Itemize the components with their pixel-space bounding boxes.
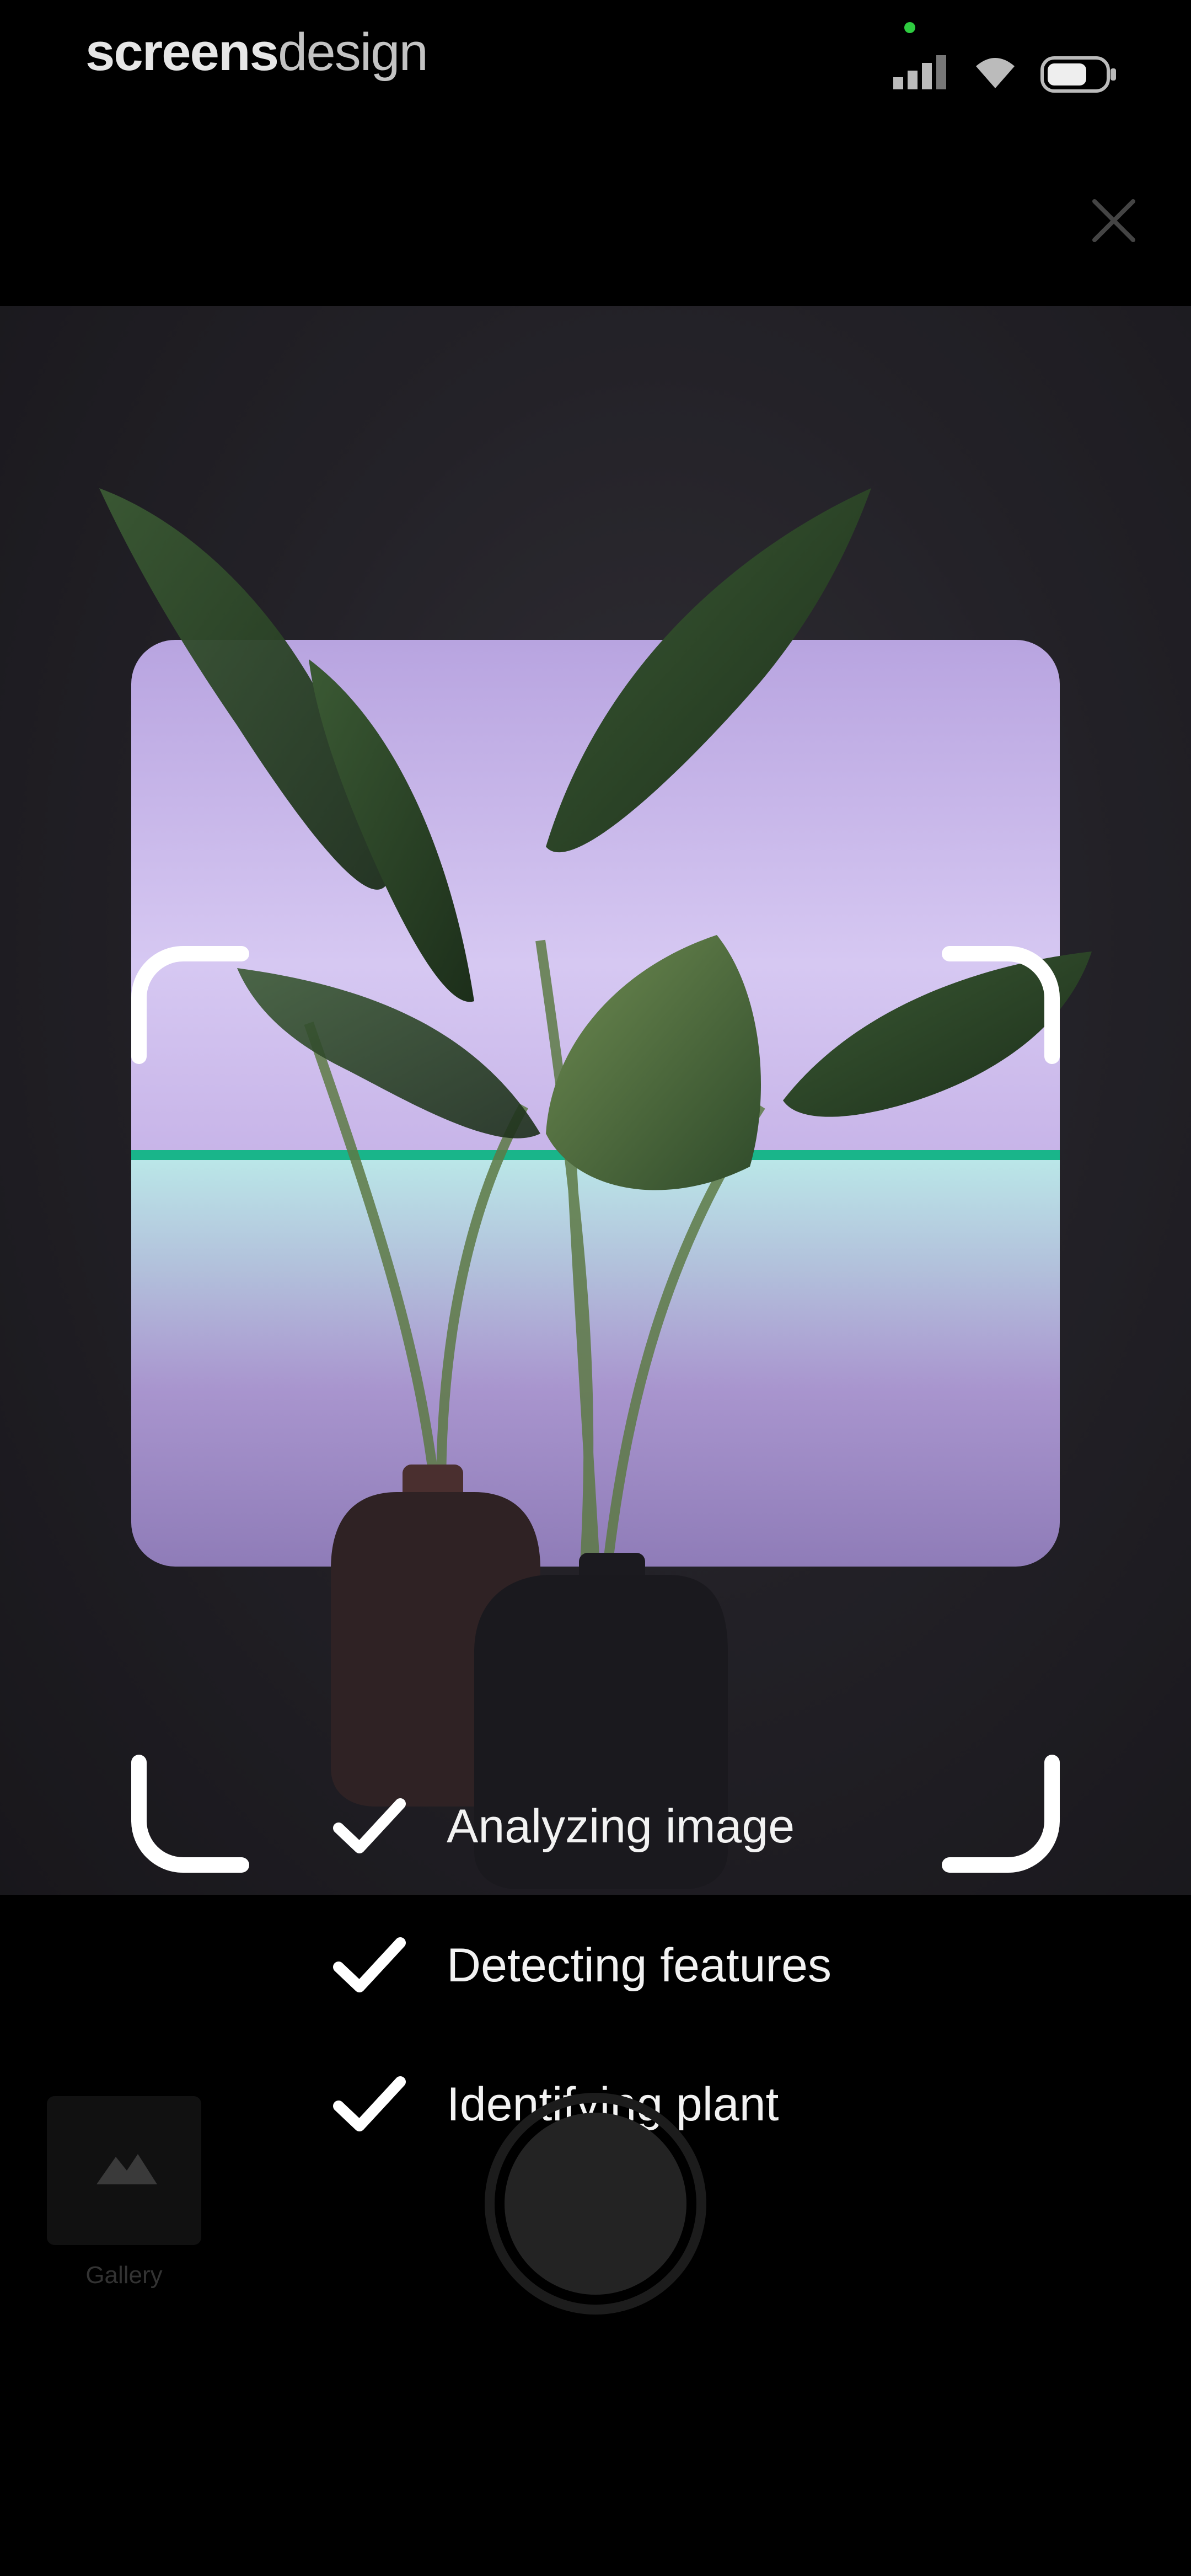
mountain-icon <box>96 2154 157 2184</box>
frame-corner-top-right <box>942 946 1060 1064</box>
check-icon <box>333 1798 406 1853</box>
shutter-button[interactable] <box>482 2091 709 2317</box>
scanner-frame <box>131 946 1060 1873</box>
signal-icon <box>893 55 946 89</box>
frame-corner-bottom-left <box>131 1755 249 1873</box>
brand-bold: screens <box>85 23 279 82</box>
privacy-indicator-icon <box>904 22 915 33</box>
camera-viewfinder <box>0 306 1191 1895</box>
wifi-icon <box>976 58 1015 88</box>
close-icon[interactable] <box>1081 188 1147 254</box>
progress-label: Analyzing image <box>447 1799 795 1853</box>
progress-item-detecting: Detecting features <box>331 1896 993 2035</box>
check-icon <box>333 1937 406 1992</box>
gallery-button[interactable] <box>47 2096 201 2245</box>
status-bar: screensdesign <box>0 0 1191 132</box>
frame-corner-top-left <box>131 946 249 1064</box>
battery-icon <box>1040 56 1116 93</box>
progress-item-analyzing: Analyzing image <box>331 1757 993 1896</box>
check-icon <box>333 2076 406 2131</box>
status-icons <box>893 55 1116 93</box>
gallery-label: Gallery <box>85 2262 163 2289</box>
brand-light: design <box>277 23 428 82</box>
brand-logo: screensdesign <box>85 22 428 83</box>
progress-label: Detecting features <box>447 1938 831 1992</box>
